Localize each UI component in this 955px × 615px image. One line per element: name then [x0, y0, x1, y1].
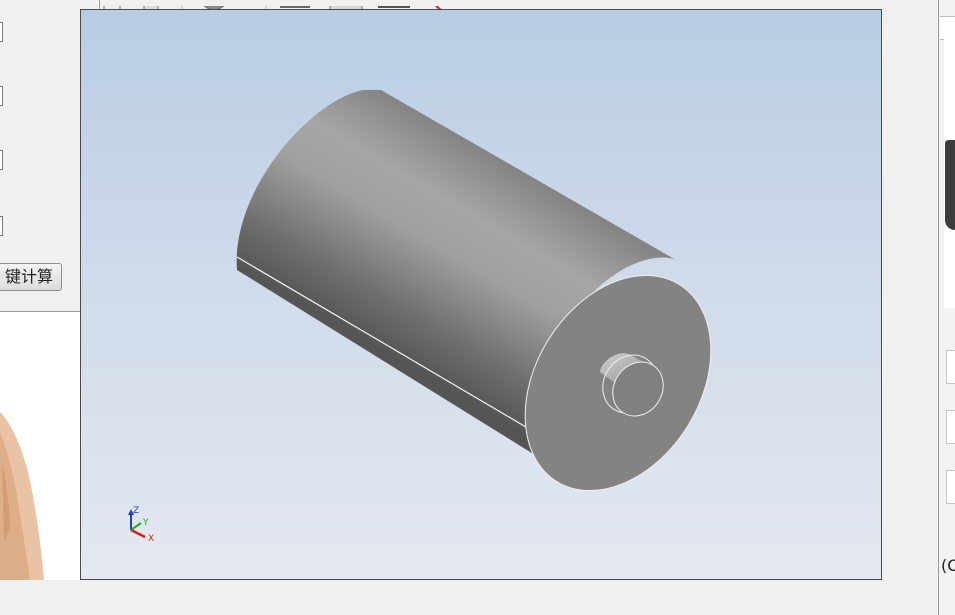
parameter-field-4[interactable]: [0, 216, 3, 236]
parameter-field-1[interactable]: [0, 22, 3, 42]
right-window-field-2[interactable]: [946, 410, 955, 444]
toolbar-icon-6: [378, 2, 410, 8]
background-photo: [0, 312, 80, 580]
right-window-image: [945, 140, 955, 230]
parameter-field-2[interactable]: [0, 86, 3, 106]
axis-y-label: Y: [142, 518, 149, 528]
axis-z-label: Z: [133, 506, 139, 516]
axis-triad: Z Y X: [128, 506, 154, 544]
right-window-field-1[interactable]: [946, 350, 955, 384]
axis-x-label: X: [148, 534, 154, 544]
right-window-partial-text: (C: [941, 556, 955, 575]
3d-viewport[interactable]: Z Y X: [80, 9, 882, 580]
cylinder-model: [236, 90, 712, 492]
one-click-calculate-button[interactable]: 键计算: [0, 263, 62, 291]
desktop: 键计算 x: [0, 0, 955, 615]
right-window-toolbar: [940, 16, 955, 40]
parameter-field-3[interactable]: [0, 150, 3, 170]
toolbar-icon-4: [280, 2, 310, 8]
right-window-field-3[interactable]: [946, 470, 955, 504]
